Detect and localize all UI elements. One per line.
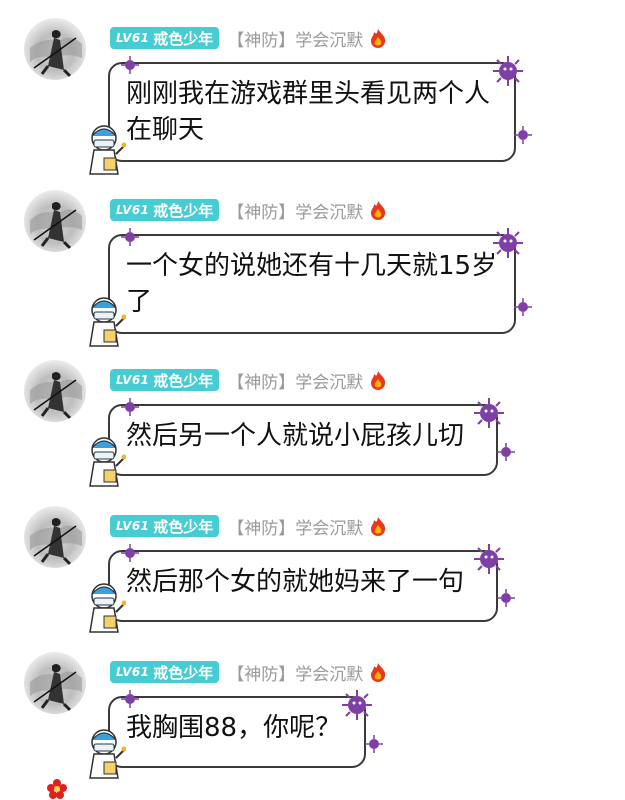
doctor-mascot-icon (89, 437, 126, 487)
purple-virus-icon (514, 298, 532, 316)
avatar[interactable] (24, 190, 86, 252)
purple-virus-icon (474, 398, 504, 428)
level-badge[interactable]: LV61 戒色少年 (110, 369, 220, 391)
level-badge[interactable]: LV61 戒色少年 (110, 661, 220, 683)
sender-header: LV61 戒色少年 【神防】学会沉默 (110, 368, 389, 393)
message-text: 一个女的说她还有十几天就15岁了 (126, 251, 498, 317)
message-bubble[interactable]: 然后另一个人就说小屁孩儿切 (108, 404, 498, 476)
sender-name: 戒色少年 (153, 29, 214, 48)
sender-name: 戒色少年 (153, 371, 214, 390)
fire-icon (371, 517, 386, 536)
purple-virus-icon (514, 126, 532, 144)
sender-header: LV61 戒色少年 【神防】学会沉默 (110, 198, 389, 223)
sender-name: 戒色少年 (153, 201, 214, 220)
purple-virus-icon (493, 228, 523, 258)
red-flower-icon (47, 779, 67, 799)
avatar[interactable] (24, 652, 86, 714)
sender-name: 戒色少年 (153, 517, 214, 536)
level-text: LV61 (116, 519, 150, 533)
purple-virus-icon (497, 589, 515, 607)
level-text: LV61 (116, 373, 150, 387)
sender-header: LV61 戒色少年 【神防】学会沉默 (110, 660, 389, 685)
fire-icon (371, 201, 386, 220)
message-row: LV61 戒色少年 【神防】学会沉默 然后那个女的就她妈来了一句 (0, 488, 625, 633)
ink-figure-icon (30, 518, 82, 566)
message-row: LV61 戒色少年 【神防】学会沉默 刚刚我在游戏群里头看见两个人在聊天 (0, 0, 625, 175)
ink-figure-icon (30, 30, 82, 78)
message-text: 然后那个女的就她妈来了一句 (126, 567, 465, 597)
avatar[interactable] (24, 506, 86, 568)
message-row: LV61 戒色少年 【神防】学会沉默 我胸围88，你呢？ (0, 634, 625, 779)
fire-icon (371, 29, 386, 48)
message-text: 然后另一个人就说小屁孩儿切 (126, 421, 465, 451)
message-bubble[interactable]: 我胸围88，你呢？ (108, 696, 366, 768)
level-text: LV61 (116, 31, 150, 45)
avatar[interactable] (24, 360, 86, 422)
level-badge[interactable]: LV61 戒色少年 (110, 199, 220, 221)
purple-virus-icon (342, 690, 372, 720)
ink-figure-icon (30, 372, 82, 420)
fire-icon (371, 663, 386, 682)
sender-header: LV61 戒色少年 【神防】学会沉默 (110, 514, 389, 539)
sender-title: 【神防】学会沉默 (227, 30, 364, 51)
message-bubble[interactable]: 刚刚我在游戏群里头看见两个人在聊天 (108, 62, 516, 162)
purple-virus-icon (121, 228, 139, 246)
purple-virus-icon (121, 544, 139, 562)
ink-figure-icon (30, 664, 82, 712)
level-text: LV61 (116, 665, 150, 679)
sender-title: 【神防】学会沉默 (227, 518, 364, 539)
sender-header: LV61 戒色少年 【神防】学会沉默 (110, 26, 389, 51)
message-text: 我胸围88，你呢？ (126, 713, 342, 743)
level-badge[interactable]: LV61 戒色少年 (110, 27, 220, 49)
purple-virus-icon (493, 56, 523, 86)
purple-virus-icon (121, 56, 139, 74)
purple-virus-icon (474, 544, 504, 574)
fire-icon (371, 371, 386, 390)
doctor-mascot-icon (89, 583, 126, 633)
doctor-mascot-icon (89, 729, 126, 779)
level-badge[interactable]: LV61 戒色少年 (110, 515, 220, 537)
ink-figure-icon (30, 202, 82, 250)
message-bubble[interactable]: 然后那个女的就她妈来了一句 (108, 550, 498, 622)
purple-virus-icon (121, 398, 139, 416)
message-row: LV61 戒色少年 【神防】学会沉默 然后另一个人就说小屁孩儿切 (0, 342, 625, 487)
message-row: LV61 戒色少年 【神防】学会沉默 一个女的说她还有十几天就15岁了 (0, 172, 625, 347)
message-bubble[interactable]: 一个女的说她还有十几天就15岁了 (108, 234, 516, 334)
purple-virus-icon (365, 735, 383, 753)
purple-virus-icon (121, 690, 139, 708)
sender-title: 【神防】学会沉默 (227, 372, 364, 393)
avatar[interactable] (24, 18, 86, 80)
sender-title: 【神防】学会沉默 (227, 664, 364, 685)
message-text: 刚刚我在游戏群里头看见两个人在聊天 (126, 79, 491, 145)
sender-title: 【神防】学会沉默 (227, 202, 364, 223)
sender-name: 戒色少年 (153, 663, 214, 682)
level-text: LV61 (116, 203, 150, 217)
purple-virus-icon (497, 443, 515, 461)
